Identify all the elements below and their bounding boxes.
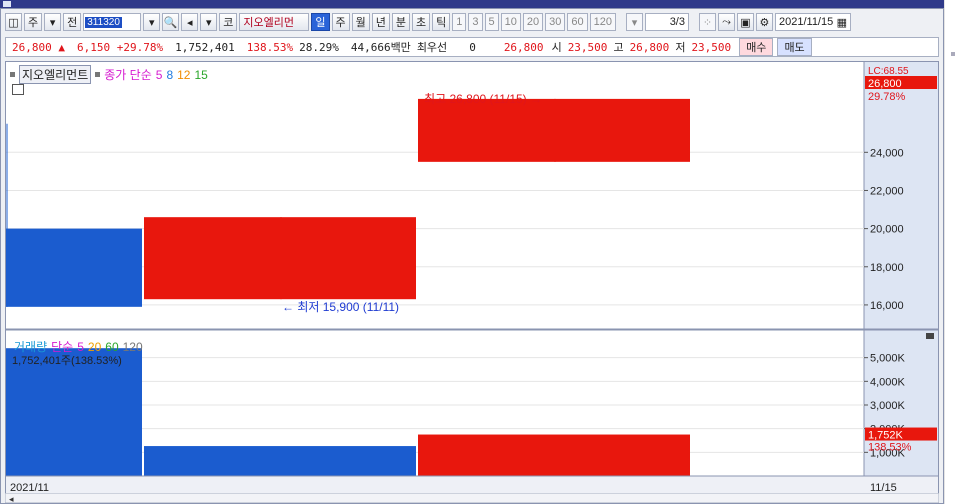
low-annotation: ← 최저 15,900 (11/11) [282, 300, 399, 314]
high-price: 26,800 [629, 40, 670, 54]
volume-value: 1,752,401 [175, 40, 235, 54]
side-marker-icon [951, 52, 955, 56]
legend-ma-12[interactable]: 12 [177, 68, 190, 82]
prev-button[interactable]: 전 [63, 13, 82, 31]
legend-bullet-icon [95, 72, 101, 77]
interval-dropdown-icon[interactable]: ▾ [625, 13, 643, 31]
price-tick-label: 24,000 [870, 147, 904, 159]
price-tick-label: 16,000 [870, 300, 904, 312]
chart-scrollbar[interactable]: ◂ [5, 493, 939, 503]
volume-ma-120[interactable]: 120 [123, 340, 143, 354]
window-menu-icon[interactable]: ◫ [5, 13, 22, 31]
page-indicator: 3/3 [644, 13, 689, 31]
interval-120-button[interactable]: 120 [589, 13, 616, 31]
high-annotation: 최고 26,800 (11/15) → [424, 92, 542, 106]
stock-code-input[interactable]: 311320 [83, 13, 142, 31]
low-price: 23,500 [691, 40, 732, 54]
low-label: 저 [675, 41, 686, 54]
interval-30-button[interactable]: 30 [545, 13, 566, 31]
volume-tick-label: 5,000K [870, 353, 906, 365]
price-legend: 지오엘리먼트 종가 단순 5 8 12 15 [10, 65, 208, 84]
price-change: 6,150 +29.78% [77, 40, 164, 54]
interval-60-button[interactable]: 60 [567, 13, 588, 31]
date-picker[interactable]: 2021/11/15 ▦ [774, 13, 851, 31]
date-value: 2021/11/15 [778, 16, 834, 28]
up-arrow-icon: ▲ [58, 40, 65, 54]
turnover-rate: 28.29% [299, 40, 339, 54]
legend-stock-name[interactable]: 지오엘리먼트 [19, 65, 92, 84]
buy-button[interactable]: 매수 [739, 38, 774, 56]
window-icon [3, 1, 11, 7]
dropdown-icon[interactable]: ▾ [44, 13, 62, 31]
chart-frame[interactable]: 16,000 18,000 20,000 22,000 24,000 최고 26,800 … [5, 61, 939, 499]
stock-code-text: 311320 [85, 16, 122, 28]
candle-body [6, 228, 142, 307]
legend-ma-15[interactable]: 15 [194, 68, 207, 82]
zoom-icon[interactable]: ⁘ [698, 13, 716, 31]
quote-info-bar: 26,800 ▲ 6,150 +29.78% 1,752,401 138.53%… [5, 37, 939, 57]
period-month-button[interactable]: 월 [351, 13, 370, 31]
candle-body [418, 98, 690, 162]
volume-current-readout: 1,752,401주(138.53%) [12, 355, 122, 367]
title-bar [0, 0, 944, 8]
search-icon[interactable]: 🔍 [162, 13, 180, 31]
scroll-left-icon[interactable]: ◂ [9, 494, 14, 503]
volume-tick-label: 4,000K [870, 376, 906, 388]
last-price-label: 26,800 [868, 78, 902, 90]
price-tick-label: 18,000 [870, 262, 904, 274]
stock-name-field[interactable]: 지오엘리먼 [239, 13, 310, 31]
open-price: 23,500 [567, 40, 608, 54]
volume-tick-label: 3,000K [870, 400, 906, 412]
volume-bar [418, 434, 690, 476]
calendar-icon[interactable]: ▦ [837, 16, 847, 29]
sell-button[interactable]: 매도 [777, 38, 812, 56]
legend-ma-8[interactable]: 8 [166, 68, 173, 82]
interval-5-button[interactable]: 5 [484, 13, 499, 31]
market-button[interactable]: 코 [219, 13, 238, 31]
trade-amount: 44,666백만 [350, 41, 411, 54]
period-minute-button[interactable]: 분 [391, 13, 410, 31]
last-price-pct: 29.78% [868, 91, 906, 103]
toolbar: ◫ 주 ▾ 전 311320 ▾ 🔍 ◂ ▾ 코 지오엘리먼 일 주 월 년 분… [5, 12, 851, 32]
legend-bullet-icon [10, 72, 15, 77]
volume-ratio: 138.53% [246, 40, 294, 54]
top-clipped-label: LC:68.55 [868, 66, 909, 77]
legend-ma-5[interactable]: 5 [156, 68, 163, 82]
interval-3-button[interactable]: 3 [468, 13, 483, 31]
high-label: 고 [613, 41, 624, 54]
price-tick-label: 22,000 [870, 185, 904, 197]
period-year-button[interactable]: 년 [371, 13, 390, 31]
code-dropdown-icon[interactable]: ▾ [143, 13, 161, 31]
candle-body [144, 217, 416, 300]
pane-collapse-icon [926, 333, 934, 339]
history-icon[interactable]: ◂ [181, 13, 199, 31]
period-second-button[interactable]: 초 [412, 13, 431, 31]
interval-1-button[interactable]: 1 [452, 13, 467, 31]
last-volume-label: 1,752K [868, 430, 904, 442]
interval-20-button[interactable]: 20 [522, 13, 544, 31]
best-quote-value: 0 [469, 40, 476, 54]
volume-bar [144, 446, 416, 476]
period-tick-button[interactable]: 틱 [432, 13, 451, 31]
best-quote-label: 최우선 [416, 41, 448, 54]
price-repeat: 26,800 [503, 40, 544, 54]
trend-tool-icon[interactable]: ⤳ [717, 13, 735, 31]
history-dropdown-icon[interactable]: ▾ [200, 13, 218, 31]
save-icon[interactable]: ▣ [736, 13, 754, 31]
open-label: 시 [551, 41, 562, 54]
table-icon[interactable] [12, 84, 24, 95]
chart-window: ◫ 주 ▾ 전 311320 ▾ 🔍 ◂ ▾ 코 지오엘리먼 일 주 월 년 분… [0, 8, 944, 504]
interval-10-button[interactable]: 10 [500, 13, 521, 31]
legend-series-label[interactable]: 종가 단순 [104, 66, 152, 83]
side-panel-strip [944, 0, 966, 504]
last-volume-pct: 138.53% [868, 442, 912, 454]
price-tick-label: 20,000 [870, 224, 904, 236]
chart-canvas[interactable]: 16,000 18,000 20,000 22,000 24,000 최고 26,800 … [6, 62, 938, 498]
period-day-button[interactable]: 일 [311, 13, 330, 31]
current-price: 26,800 ▲ [12, 40, 65, 54]
gear-icon[interactable]: ⚙ [755, 13, 773, 31]
period-prefix-button[interactable]: 주 [24, 13, 43, 31]
period-week-button[interactable]: 주 [331, 13, 350, 31]
